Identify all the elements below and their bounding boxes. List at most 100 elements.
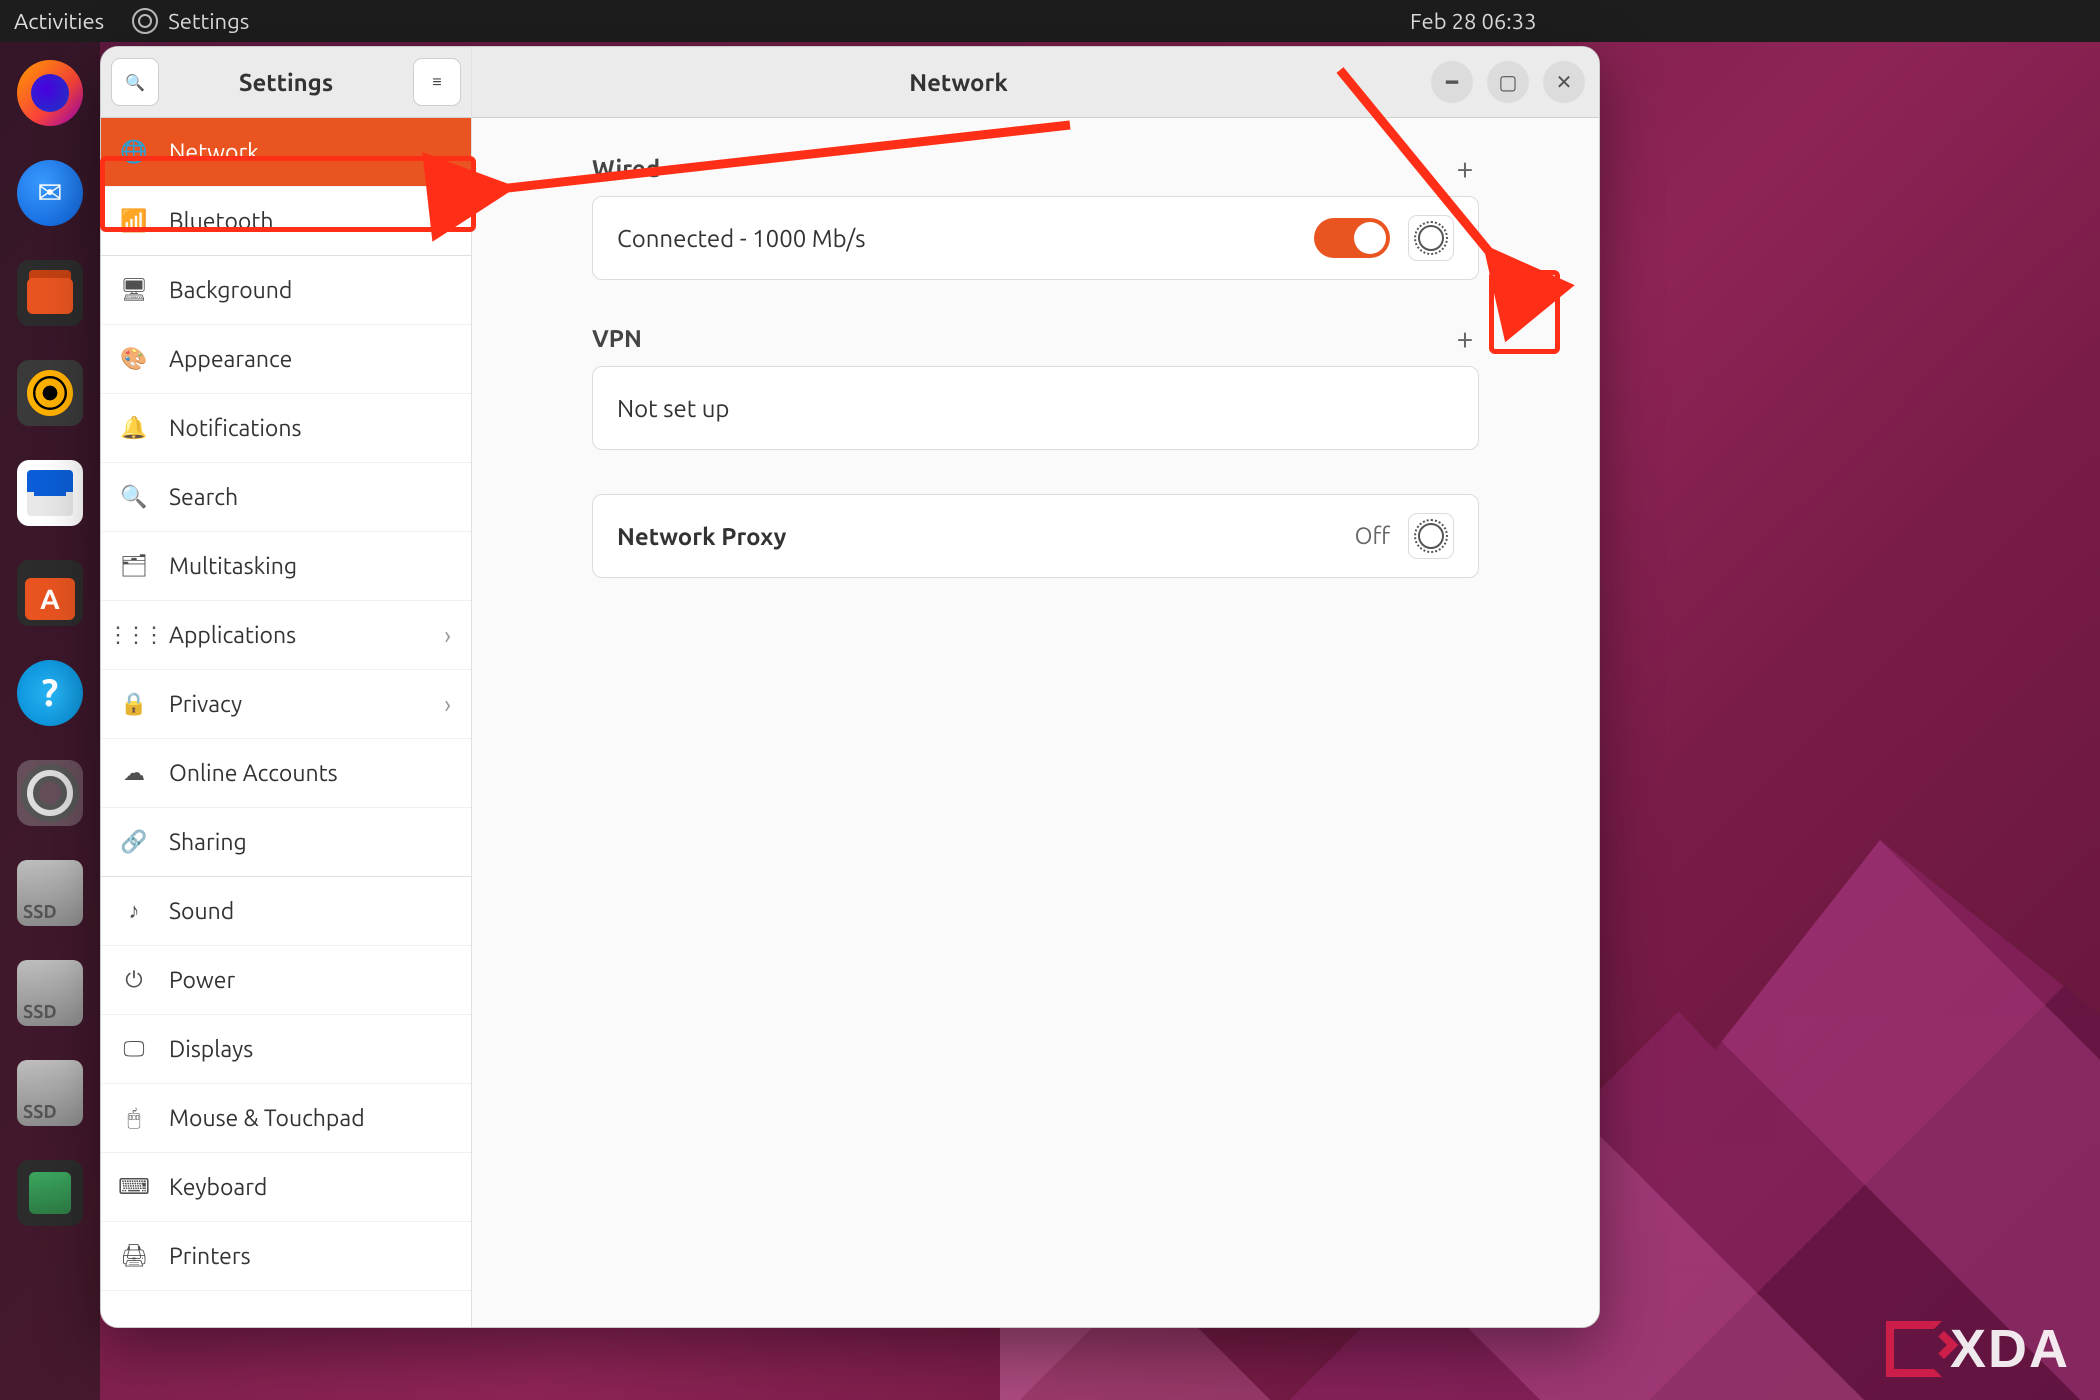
displays-icon — [121, 1036, 147, 1062]
sidebar-item-label: Notifications — [169, 416, 302, 441]
window-minimize-button[interactable]: ━ — [1431, 61, 1473, 103]
sidebar-item-label: Sound — [169, 899, 234, 924]
keyboard-icon — [121, 1174, 147, 1200]
dock-app-settings[interactable] — [17, 760, 83, 826]
wired-status-label: Connected - 1000 Mb/s — [617, 225, 866, 252]
sidebar-search-button[interactable]: 🔍 — [111, 58, 159, 106]
search-icon — [121, 484, 147, 510]
clock[interactable]: Feb 28 06:33 — [1410, 9, 1537, 34]
dock-drive-ssd-3[interactable] — [17, 1060, 83, 1126]
activities-button[interactable]: Activities — [14, 9, 104, 34]
sidebar-item-label: Privacy — [169, 692, 242, 717]
minimize-icon: ━ — [1446, 70, 1458, 94]
sidebar-item-appearance[interactable]: Appearance — [101, 325, 471, 394]
sidebar-item-label: Printers — [169, 1244, 251, 1269]
vpn-status-label: Not set up — [617, 395, 729, 422]
vpn-add-button[interactable]: + — [1451, 324, 1479, 352]
sidebar-item-mouse-touchpad[interactable]: Mouse & Touchpad — [101, 1084, 471, 1153]
wired-heading: Wired — [592, 155, 660, 182]
sidebar-item-label: Bluetooth — [169, 209, 274, 234]
gear-icon — [1418, 225, 1444, 251]
sidebar-item-background[interactable]: Background — [101, 256, 471, 325]
sidebar-item-label: Network — [169, 140, 259, 165]
sidebar-item-label: Mouse & Touchpad — [169, 1106, 365, 1131]
xda-watermark: XDA — [1886, 1318, 2070, 1380]
sidebar-item-label: Keyboard — [169, 1175, 267, 1200]
sidebar-menu-button[interactable]: ≡ — [413, 58, 461, 106]
vpn-heading: VPN — [592, 325, 642, 352]
proxy-settings-button[interactable] — [1408, 513, 1454, 559]
printers-icon — [121, 1243, 147, 1269]
dock-drive-ssd-1[interactable] — [17, 860, 83, 926]
wired-section: Wired + Connected - 1000 Mb/s — [592, 154, 1479, 280]
window-close-button[interactable]: ✕ — [1543, 61, 1585, 103]
gear-icon — [1418, 523, 1444, 549]
dock-app-help[interactable] — [17, 660, 83, 726]
sidebar-item-label: Online Accounts — [169, 761, 338, 786]
sidebar-item-label: Appearance — [169, 347, 292, 372]
sidebar-item-keyboard[interactable]: Keyboard — [101, 1153, 471, 1222]
proxy-label: Network Proxy — [617, 523, 786, 550]
bluetooth-icon — [121, 208, 147, 234]
chevron-right-icon: › — [444, 691, 451, 718]
dock-drive-ssd-2[interactable] — [17, 960, 83, 1026]
wired-add-button[interactable]: + — [1451, 154, 1479, 182]
wired-toggle[interactable] — [1314, 218, 1390, 258]
sidebar-item-sharing[interactable]: Sharing — [101, 808, 471, 877]
sidebar-item-displays[interactable]: Displays — [101, 1015, 471, 1084]
background-icon — [121, 277, 147, 303]
sidebar-item-label: Power — [169, 968, 235, 993]
hamburger-icon: ≡ — [432, 73, 441, 92]
sidebar-title: Settings — [169, 69, 403, 96]
proxy-section: Network Proxy Off — [592, 494, 1479, 578]
sidebar-item-multitasking[interactable]: Multitasking — [101, 532, 471, 601]
multitasking-icon — [121, 553, 147, 579]
gnome-top-bar: Activities Settings Feb 28 06:33 — [0, 0, 2100, 42]
appearance-icon — [121, 346, 147, 372]
sidebar-item-applications[interactable]: Applications› — [101, 601, 471, 670]
search-icon: 🔍 — [125, 73, 145, 92]
plus-icon: + — [1457, 151, 1474, 185]
notifications-icon — [121, 415, 147, 441]
sidebar-item-online-accounts[interactable]: Online Accounts — [101, 739, 471, 808]
sidebar-item-search[interactable]: Search — [101, 463, 471, 532]
network-proxy-row[interactable]: Network Proxy Off — [593, 495, 1478, 577]
applications-icon — [121, 622, 147, 648]
sidebar-item-power[interactable]: Power — [101, 946, 471, 1015]
sidebar-item-label: Search — [169, 485, 238, 510]
topbar-app-indicator[interactable]: Settings — [132, 8, 249, 34]
sidebar-item-label: Displays — [169, 1037, 253, 1062]
dock-app-rhythmbox[interactable] — [17, 360, 83, 426]
settings-window: 🔍 Settings ≡ Network Bluetooth Background A… — [100, 46, 1600, 1328]
topbar-app-label: Settings — [168, 9, 249, 34]
dock-app-thunderbird[interactable] — [17, 160, 83, 226]
sidebar-item-notifications[interactable]: Notifications — [101, 394, 471, 463]
sidebar-item-bluetooth[interactable]: Bluetooth — [101, 187, 471, 256]
sidebar-item-sound[interactable]: Sound — [101, 877, 471, 946]
dock-app-firefox[interactable] — [17, 60, 83, 126]
settings-main-panel: Network ━ ▢ ✕ Wired + Connected - 1000 M… — [472, 47, 1599, 1327]
network-page: Wired + Connected - 1000 Mb/s — [472, 118, 1599, 658]
privacy-icon — [121, 691, 147, 717]
sidebar-list: Network Bluetooth Background Appearance Noti… — [101, 118, 471, 1327]
mouse-touchpad-icon — [121, 1105, 147, 1131]
wired-settings-button[interactable] — [1408, 215, 1454, 261]
sidebar-item-network[interactable]: Network — [101, 118, 471, 187]
sharing-icon — [121, 829, 147, 855]
window-maximize-button[interactable]: ▢ — [1487, 61, 1529, 103]
sidebar-item-label: Sharing — [169, 830, 247, 855]
dock-trash[interactable] — [17, 1160, 83, 1226]
page-title: Network — [486, 69, 1431, 96]
sidebar-header: 🔍 Settings ≡ — [101, 47, 471, 118]
sidebar-item-printers[interactable]: Printers — [101, 1222, 471, 1291]
xda-logo-icon — [1886, 1321, 1942, 1377]
vpn-section: VPN + Not set up — [592, 324, 1479, 450]
sidebar-item-label: Multitasking — [169, 554, 297, 579]
sidebar-item-privacy[interactable]: Privacy › — [101, 670, 471, 739]
dock-app-libreoffice-writer[interactable] — [17, 460, 83, 526]
main-header: Network ━ ▢ ✕ — [472, 47, 1599, 118]
dock-app-ubuntu-software[interactable] — [17, 560, 83, 626]
maximize-icon: ▢ — [1499, 70, 1518, 94]
sound-icon — [121, 898, 147, 924]
dock-app-files[interactable] — [17, 260, 83, 326]
